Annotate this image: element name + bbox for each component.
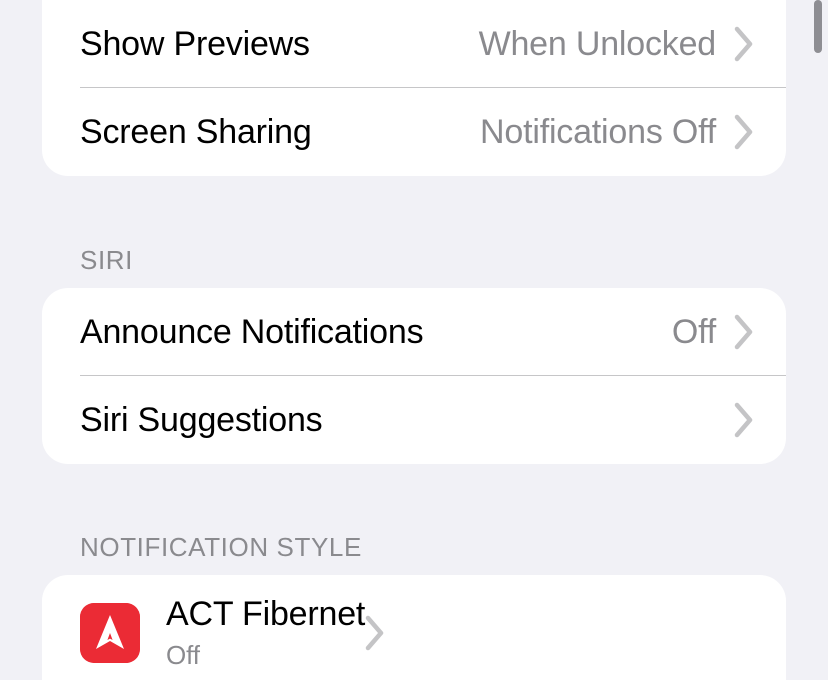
notification-style-apps-card: ACT Fibernet Off [42,575,786,680]
row-siri-suggestions[interactable]: Siri Suggestions [42,376,786,464]
app-text-block: ACT Fibernet Off [166,595,365,672]
siri-options-card: Announce Notifications Off Siri Suggesti… [42,288,786,464]
chevron-right-icon [734,313,756,351]
notification-options-card: Show Previews When Unlocked Screen Shari… [42,0,786,176]
row-screen-sharing-label: Screen Sharing [80,113,312,151]
row-show-previews-value: When Unlocked [478,25,717,63]
app-status-label: Off [166,639,200,670]
settings-notifications-screen: Show Previews When Unlocked Screen Shari… [0,0,828,680]
row-show-previews[interactable]: Show Previews When Unlocked [42,0,786,88]
row-announce-notifications-label: Announce Notifications [80,313,424,351]
chevron-right-icon [734,113,756,151]
row-show-previews-label: Show Previews [80,25,310,63]
chevron-right-icon [734,401,756,439]
vertical-scrollbar[interactable] [814,0,822,53]
chevron-right-icon [734,25,756,63]
section-header-notification-style: NOTIFICATION STYLE [80,532,362,562]
row-announce-notifications-value: Off [671,313,716,351]
row-siri-suggestions-label: Siri Suggestions [80,401,323,439]
app-name-label: ACT Fibernet [166,594,366,633]
row-screen-sharing[interactable]: Screen Sharing Notifications Off [42,88,786,176]
section-header-siri: SIRI [80,245,133,275]
chevron-right-icon [365,614,387,652]
row-announce-notifications[interactable]: Announce Notifications Off [42,288,786,376]
app-row-act-fibernet[interactable]: ACT Fibernet Off [42,575,786,680]
row-screen-sharing-value: Notifications Off [480,113,716,151]
act-fibernet-app-icon [80,603,140,663]
